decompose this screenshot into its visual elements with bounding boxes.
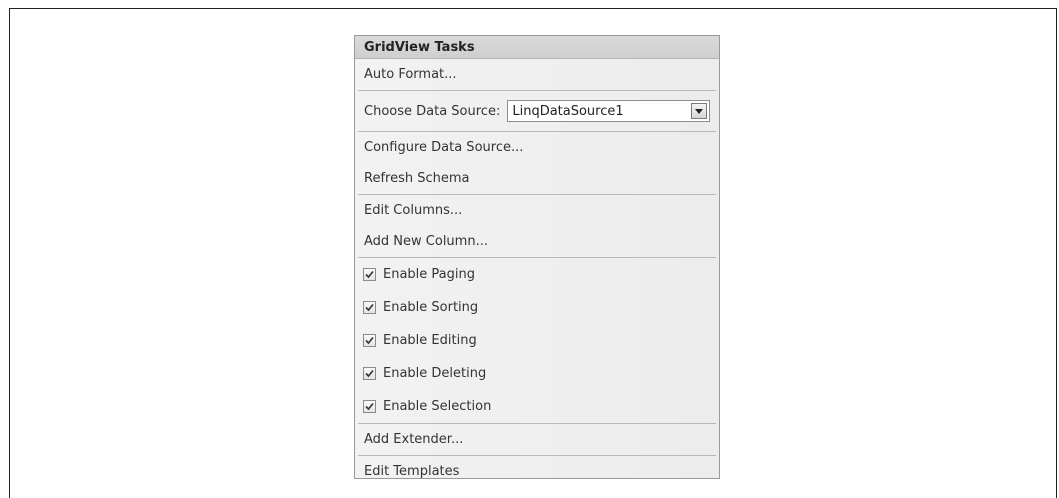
choose-data-source-row: Choose Data Source: LinqDataSource1 [355, 91, 719, 131]
chevron-down-icon[interactable] [691, 103, 708, 119]
checkbox-deleting[interactable] [363, 367, 376, 380]
refresh-schema-link[interactable]: Refresh Schema [355, 163, 719, 194]
enable-sorting-label: Enable Sorting [383, 300, 479, 315]
enable-deleting-option[interactable]: Enable Deleting [355, 357, 719, 390]
choose-data-source-label: Choose Data Source: [364, 103, 501, 119]
enable-selection-option[interactable]: Enable Selection [355, 390, 719, 423]
checkbox-editing[interactable] [363, 334, 376, 347]
configure-data-source-link[interactable]: Configure Data Source... [355, 132, 719, 163]
checkbox-sorting[interactable] [363, 301, 376, 314]
enable-paging-label: Enable Paging [383, 267, 475, 282]
enable-selection-label: Enable Selection [383, 399, 492, 414]
panel-title: GridView Tasks [355, 36, 719, 59]
edit-columns-link[interactable]: Edit Columns... [355, 195, 719, 226]
checkmark-icon [365, 402, 374, 411]
auto-format-link[interactable]: Auto Format... [355, 59, 719, 90]
checkmark-icon [365, 369, 374, 378]
gridview-tasks-panel: GridView Tasks Auto Format... Choose Dat… [354, 35, 720, 479]
checkbox-selection[interactable] [363, 400, 376, 413]
enable-sorting-option[interactable]: Enable Sorting [355, 291, 719, 324]
checkmark-icon [365, 270, 374, 279]
data-source-select[interactable]: LinqDataSource1 [507, 100, 711, 122]
edit-templates-link[interactable]: Edit Templates [355, 456, 719, 487]
data-source-value: LinqDataSource1 [512, 103, 624, 119]
enable-paging-option[interactable]: Enable Paging [355, 258, 719, 291]
checkmark-icon [365, 303, 374, 312]
add-new-column-link[interactable]: Add New Column... [355, 226, 719, 257]
enable-deleting-label: Enable Deleting [383, 366, 487, 381]
checkmark-icon [365, 336, 374, 345]
enable-editing-option[interactable]: Enable Editing [355, 324, 719, 357]
checkbox-paging[interactable] [363, 268, 376, 281]
add-extender-link[interactable]: Add Extender... [355, 424, 719, 455]
enable-editing-label: Enable Editing [383, 333, 477, 348]
